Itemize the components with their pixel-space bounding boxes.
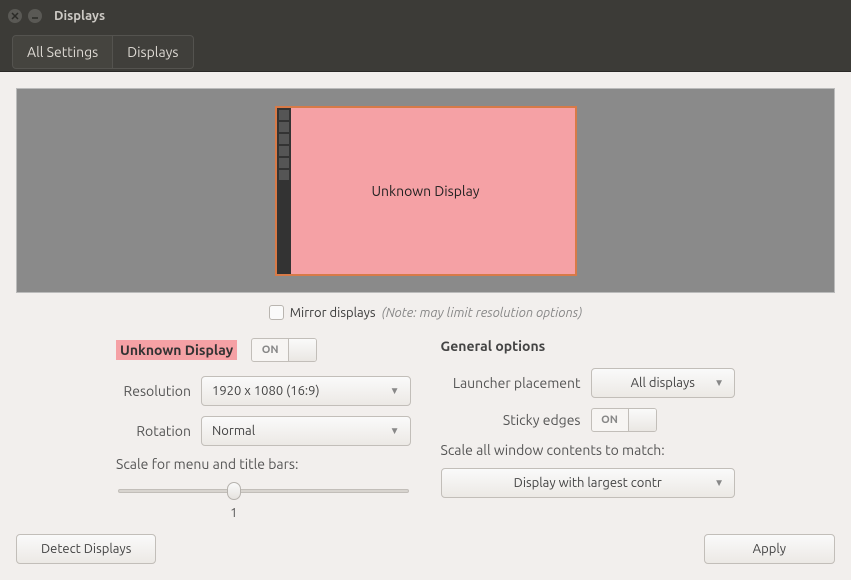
content-area: Unknown Display Mirror displays (Note: m… — [0, 72, 851, 580]
chevron-down-icon: ▼ — [714, 477, 724, 489]
toggle-handle — [288, 339, 316, 361]
display-preview-monitor[interactable]: Unknown Display — [275, 106, 577, 276]
launcher-placement-label: Launcher placement — [441, 375, 591, 391]
resolution-dropdown[interactable]: 1920 x 1080 (16:9) ▼ — [201, 376, 411, 406]
resolution-value: 1920 x 1080 (16:9) — [212, 384, 320, 398]
footer: Detect Displays Apply — [16, 522, 835, 564]
scale-contents-dropdown[interactable]: Display with largest contr ▼ — [441, 468, 736, 498]
titlebar: Displays — [0, 0, 851, 32]
mirror-displays-checkbox[interactable] — [269, 305, 284, 320]
toggle-handle — [628, 409, 656, 431]
resolution-label: Resolution — [116, 383, 201, 399]
display-preview-label: Unknown Display — [371, 183, 479, 199]
launcher-placement-dropdown[interactable]: All displays ▼ — [591, 368, 736, 398]
rotation-dropdown[interactable]: Normal ▼ — [201, 416, 411, 446]
slider-thumb[interactable] — [227, 482, 241, 500]
minimize-icon[interactable] — [28, 9, 42, 23]
settings-area: Unknown Display ON Resolution 1920 x 108… — [16, 338, 835, 520]
general-options-column: General options Launcher placement All d… — [441, 338, 736, 520]
mirror-displays-note: (Note: may limit resolution options) — [382, 306, 583, 320]
rotation-value: Normal — [212, 424, 255, 438]
display-arrangement-preview[interactable]: Unknown Display — [16, 88, 835, 293]
display-settings-column: Unknown Display ON Resolution 1920 x 108… — [116, 338, 411, 520]
general-options-title: General options — [441, 338, 736, 354]
launcher-placement-value: All displays — [602, 376, 725, 390]
selected-display-name: Unknown Display — [116, 340, 237, 360]
rotation-label: Rotation — [116, 423, 201, 439]
ui-scale-label: Scale for menu and title bars: — [116, 456, 411, 472]
breadcrumb-displays[interactable]: Displays — [113, 35, 193, 69]
close-icon[interactable] — [8, 9, 22, 23]
display-enabled-toggle[interactable]: ON — [251, 338, 317, 362]
breadcrumb-all-settings[interactable]: All Settings — [12, 35, 113, 69]
launcher-strip-preview — [277, 108, 291, 274]
window-title: Displays — [54, 9, 105, 23]
sticky-edges-label: Sticky edges — [441, 412, 591, 428]
ui-scale-value: 1 — [224, 506, 244, 520]
toggle-on-label: ON — [252, 339, 288, 361]
mirror-displays-row: Mirror displays (Note: may limit resolut… — [16, 305, 835, 320]
mirror-displays-label: Mirror displays — [290, 306, 376, 320]
chevron-down-icon: ▼ — [390, 425, 400, 437]
breadcrumb: All Settings Displays — [0, 32, 851, 72]
toggle-on-label: ON — [592, 409, 628, 431]
scale-contents-value: Display with largest contr — [452, 476, 725, 490]
chevron-down-icon: ▼ — [390, 385, 400, 397]
ui-scale-slider[interactable] — [118, 482, 409, 502]
detect-displays-button[interactable]: Detect Displays — [16, 534, 156, 564]
apply-button[interactable]: Apply — [704, 534, 835, 564]
scale-contents-label: Scale all window contents to match: — [441, 442, 736, 458]
chevron-down-icon: ▼ — [714, 377, 724, 389]
sticky-edges-toggle[interactable]: ON — [591, 408, 657, 432]
